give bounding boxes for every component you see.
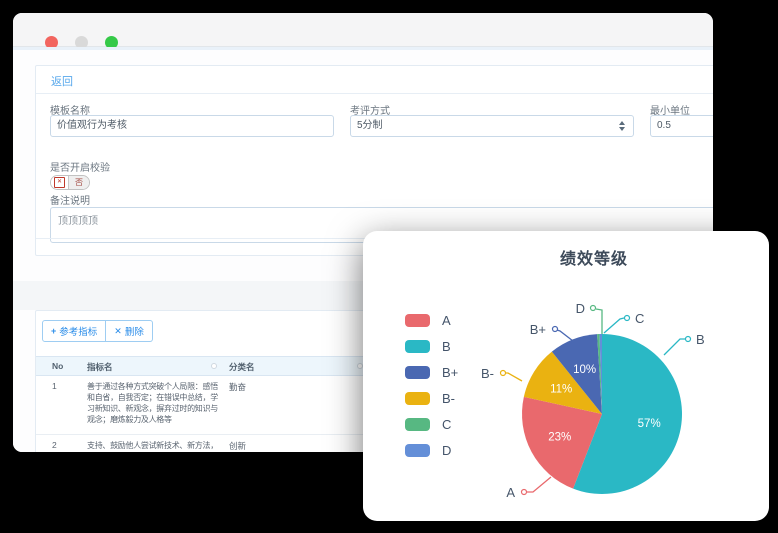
delete-label: 删除 [125,324,144,338]
slice-percent-label: 57% [638,418,661,430]
pie-chart: 57% 23% 11%10% B A B- B+ D C [363,231,769,521]
add-indicator-button[interactable]: + 参考指标 [42,320,106,342]
toggle-off-label: 否 [69,176,89,189]
select-arrows-icon [619,121,625,131]
form-panel: 返回 模板名称 价值观行为考核 考评方式 5分制 最小单位 0.5 是否开启校验… [35,65,713,256]
label-line-dot-B+ [553,327,558,332]
delete-x-icon: ✕ [114,326,122,337]
slice-outer-label-B+: B+ [530,322,546,337]
row-number: 2 [52,440,57,450]
label-line-dot-B- [501,371,506,376]
category-cell: 勤奋 [229,381,246,393]
titlebar [13,13,713,47]
label-line-A [527,477,551,492]
min-unit-input[interactable]: 0.5 [650,115,713,137]
validation-label: 是否开启校验 [50,159,110,174]
slice-outer-label-B-: B- [481,366,494,381]
slice-outer-label-B: B [696,332,705,347]
label-line-B [664,339,685,355]
slice-outer-label-A: A [506,485,515,500]
slice-outer-label-D: D [576,301,585,316]
slice-percent-label: 11% [550,384,572,396]
label-line-D [596,309,602,334]
slice-outer-label-C: C [635,311,644,326]
header-indicator-name[interactable]: 指标名 [87,361,113,373]
validation-toggle[interactable]: ✕ 否 [50,175,90,190]
indicator-name-cell: 支持、鼓励他人尝试新技术、新方法，并允许出现小问题 [87,440,223,452]
slice-percent-label: 23% [548,432,571,444]
template-name-input[interactable]: 价值观行为考核 [50,115,334,137]
label-line-dot-B [686,337,691,342]
indicator-name-cell: 善于通过各种方式突破个人局限：感悟和自省，自我否定；在错误中总结，学习新知识、新… [87,381,223,425]
back-row: 返回 [36,66,713,94]
header-no: No [52,361,63,371]
row-number: 1 [52,381,57,391]
label-line-B+ [557,330,573,341]
back-link[interactable]: 返回 [51,73,73,89]
delete-button[interactable]: ✕ 删除 [106,320,153,342]
plus-icon: + [51,326,56,336]
table-toolbar: + 参考指标 ✕ 删除 [42,320,153,342]
label-line-dot-A [522,490,527,495]
label-line-C [604,318,624,333]
performance-chart-card: 绩效等级 ABB+B-CD 57%23%11%10%BAB-B+DC [363,231,769,521]
method-select-value: 5分制 [357,116,383,136]
label-line-dot-D [591,306,596,311]
add-indicator-label: 参考指标 [59,324,97,338]
slice-percent-label: 10% [573,364,596,376]
toggle-off-icon: ✕ [51,176,69,189]
header-category-name[interactable]: 分类名 [229,361,255,373]
remark-label: 备注说明 [50,192,90,207]
label-line-dot-C [625,316,630,321]
method-select[interactable]: 5分制 [350,115,634,137]
category-cell: 创新 [229,440,246,452]
sort-icon-indicator-name[interactable] [211,363,217,369]
label-line-B- [505,373,522,381]
